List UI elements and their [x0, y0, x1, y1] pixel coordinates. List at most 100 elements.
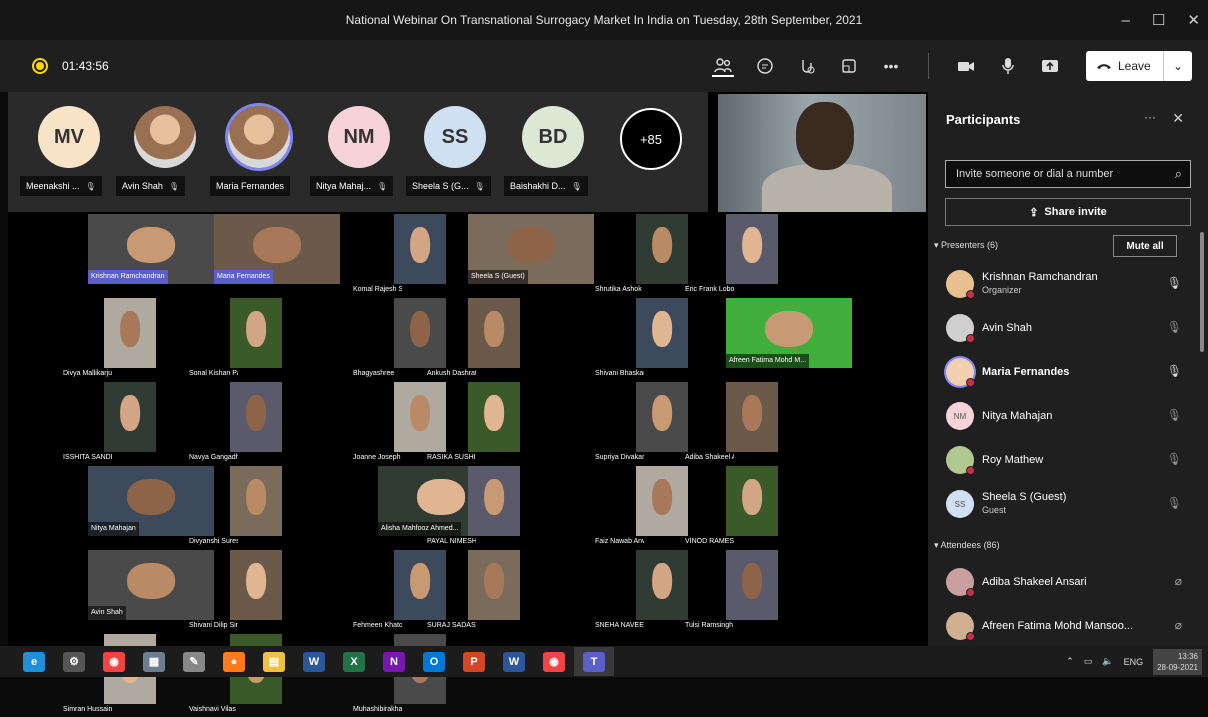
participant-avatar[interactable]: SS: [424, 106, 486, 168]
attendees-section-label[interactable]: ▾ Attendees (86): [934, 540, 1000, 551]
video-tile[interactable]: Divya Mallikarjun Sudd...: [63, 298, 156, 377]
volume-icon[interactable]: 🔈: [1102, 656, 1113, 667]
participant-row[interactable]: SS Sheela S (Guest) Guest 🎙︎: [946, 484, 1196, 524]
video-tile[interactable]: VINOD RAMESH BAGU: [685, 466, 778, 545]
video-tile[interactable]: ISSHITA SANDEEP JAD...: [63, 382, 156, 461]
participant-avatar[interactable]: BD: [522, 106, 584, 168]
participant-face: [246, 562, 266, 599]
video-tile[interactable]: Ankush Dashrath Dash...: [427, 298, 520, 377]
mic-disabled-icon[interactable]: ⌀: [1175, 618, 1182, 632]
chrome-taskbar-icon[interactable]: ◉: [94, 647, 134, 676]
settings-taskbar-icon[interactable]: ⚙: [54, 647, 94, 676]
video-tile[interactable]: Fehmeen Khatoon Imr...: [353, 550, 446, 629]
video-tile[interactable]: Eric Frank Lobo: [685, 214, 778, 293]
video-tile[interactable]: Sonal Kishan Patil: [189, 298, 282, 377]
clock-time: 13:36: [1177, 651, 1198, 661]
video-tile[interactable]: Maria Fernandes: [214, 214, 340, 284]
word-taskbar-icon[interactable]: W: [494, 647, 534, 676]
video-tile-label: Divyanshi Suresh Bothra: [189, 538, 238, 545]
camera-icon[interactable]: [955, 55, 977, 77]
share-invite-button[interactable]: ⇪ Share invite: [945, 198, 1191, 226]
participant-avatar: SS: [946, 490, 974, 518]
files-taskbar-icon[interactable]: ▤: [254, 647, 294, 676]
chevron-down-icon[interactable]: ⌄: [1164, 59, 1192, 73]
mic-icon[interactable]: [997, 55, 1019, 77]
video-tile[interactable]: Bhagyashree: [353, 298, 446, 377]
participant-face: [484, 478, 504, 515]
taskbar-clock[interactable]: 13:36 28-09-2021: [1153, 648, 1202, 675]
video-tile[interactable]: Divyanshi Suresh Bothra: [189, 466, 282, 545]
tray-chevron-icon[interactable]: ⌃: [1066, 656, 1074, 667]
video-tile[interactable]: Afreen Fatima Mohd M...: [726, 298, 852, 368]
participant-avatar[interactable]: MV: [38, 106, 100, 168]
close-icon[interactable]: ✕: [1172, 110, 1184, 127]
overflow-participants-button[interactable]: +85: [620, 108, 682, 170]
participant-avatar[interactable]: NM: [328, 106, 390, 168]
video-tile[interactable]: Sheela S (Guest): [468, 214, 594, 284]
word-doc-taskbar-icon[interactable]: W: [294, 647, 334, 676]
video-tile[interactable]: Krishnan Ramchandran: [88, 214, 214, 284]
language-indicator[interactable]: ENG: [1124, 657, 1144, 667]
excel-taskbar-icon[interactable]: X: [334, 647, 374, 676]
mic-off-icon[interactable]: 🎙︎: [1167, 496, 1182, 510]
video-tile[interactable]: Joanne Joseph Rodrigues: [353, 382, 446, 461]
video-tile[interactable]: Shivani Dilip Singh: [189, 550, 282, 629]
participant-row[interactable]: Maria Fernandes 🎙︎: [946, 352, 1196, 392]
close-window-button[interactable]: ✕: [1187, 11, 1200, 29]
mute-all-button[interactable]: Mute all: [1113, 235, 1177, 257]
video-tile[interactable]: Navya Gangadhar Gun...: [189, 382, 282, 461]
video-tile[interactable]: SURAJ SADASHIVA SH...: [427, 550, 520, 629]
teams-taskbar-icon[interactable]: T: [574, 647, 614, 676]
participant-avatar[interactable]: [134, 106, 196, 168]
participant-row[interactable]: Afreen Fatima Mohd Mansoo... ⌀: [946, 606, 1196, 646]
video-tile[interactable]: RASIKA SUSHILKUMA...: [427, 382, 520, 461]
firefox-taskbar-icon[interactable]: ●: [214, 647, 254, 676]
mic-off-icon[interactable]: 🎙︎: [1167, 452, 1182, 466]
paint-taskbar-icon[interactable]: ✎: [174, 647, 214, 676]
chat-icon[interactable]: [754, 55, 776, 77]
mic-icon[interactable]: 🎙︎: [1167, 276, 1182, 290]
calculator-taskbar-icon[interactable]: ▦: [134, 647, 174, 676]
mic-off-icon[interactable]: 🎙︎: [1167, 320, 1182, 334]
video-tile[interactable]: SNEHA NAVEEN POOJ...: [595, 550, 688, 629]
video-tile[interactable]: Nitya Mahajan: [88, 466, 214, 536]
video-tile[interactable]: Shrutika Ashok Shinde: [595, 214, 688, 293]
video-tile[interactable]: Faiz Nawab Anwar Baig: [595, 466, 688, 545]
active-speaker-video[interactable]: [718, 94, 926, 212]
more-icon[interactable]: •••: [880, 55, 902, 77]
onenote-taskbar-icon[interactable]: N: [374, 647, 414, 676]
participant-avatar[interactable]: [228, 106, 290, 168]
leave-main[interactable]: Leave: [1086, 51, 1164, 81]
leave-button[interactable]: Leave ⌄: [1086, 51, 1192, 81]
minimize-button[interactable]: –: [1122, 12, 1130, 29]
video-tile[interactable]: Supriya Divakar Salian: [595, 382, 688, 461]
participant-row[interactable]: Adiba Shakeel Ansari ⌀: [946, 562, 1196, 602]
invite-input[interactable]: Invite someone or dial a number ⌕: [945, 160, 1191, 188]
edge-taskbar-icon[interactable]: e: [14, 647, 54, 676]
participants-icon[interactable]: [712, 55, 734, 77]
video-tile[interactable]: Tulsi Ramsingh Choud...: [685, 550, 778, 629]
maximize-button[interactable]: ☐: [1152, 11, 1165, 29]
participant-row[interactable]: Avin Shah 🎙︎: [946, 308, 1196, 348]
share-icon[interactable]: [1039, 55, 1061, 77]
panel-scrollbar[interactable]: [1200, 232, 1204, 352]
panel-more-icon[interactable]: ···: [1144, 110, 1156, 124]
participant-row[interactable]: NM Nitya Mahajan 🎙︎: [946, 396, 1196, 436]
video-tile[interactable]: Komal Rajesh Singh: [353, 214, 446, 293]
outlook-taskbar-icon[interactable]: O: [414, 647, 454, 676]
chrome-2-taskbar-icon[interactable]: ◉: [534, 647, 574, 676]
video-tile[interactable]: Shivani Bhaskar Samala: [595, 298, 688, 377]
mic-disabled-icon[interactable]: ⌀: [1175, 574, 1182, 588]
participant-row[interactable]: Roy Mathew 🎙︎: [946, 440, 1196, 480]
video-tile[interactable]: Avin Shah: [88, 550, 214, 620]
presenters-section-label[interactable]: ▾ Presenters (6): [934, 240, 998, 251]
mic-off-icon[interactable]: 🎙︎: [1167, 408, 1182, 422]
mic-icon[interactable]: 🎙︎: [1167, 364, 1182, 378]
video-tile[interactable]: Adiba Shakeel Ansari: [685, 382, 778, 461]
rooms-icon[interactable]: [838, 55, 860, 77]
network-icon[interactable]: ▭: [1084, 656, 1093, 667]
video-tile[interactable]: PAYAL NIMESH SHAH: [427, 466, 520, 545]
powerpoint-taskbar-icon[interactable]: P: [454, 647, 494, 676]
participant-row[interactable]: Krishnan Ramchandran Organizer 🎙︎: [946, 264, 1196, 304]
reactions-icon[interactable]: [796, 55, 818, 77]
